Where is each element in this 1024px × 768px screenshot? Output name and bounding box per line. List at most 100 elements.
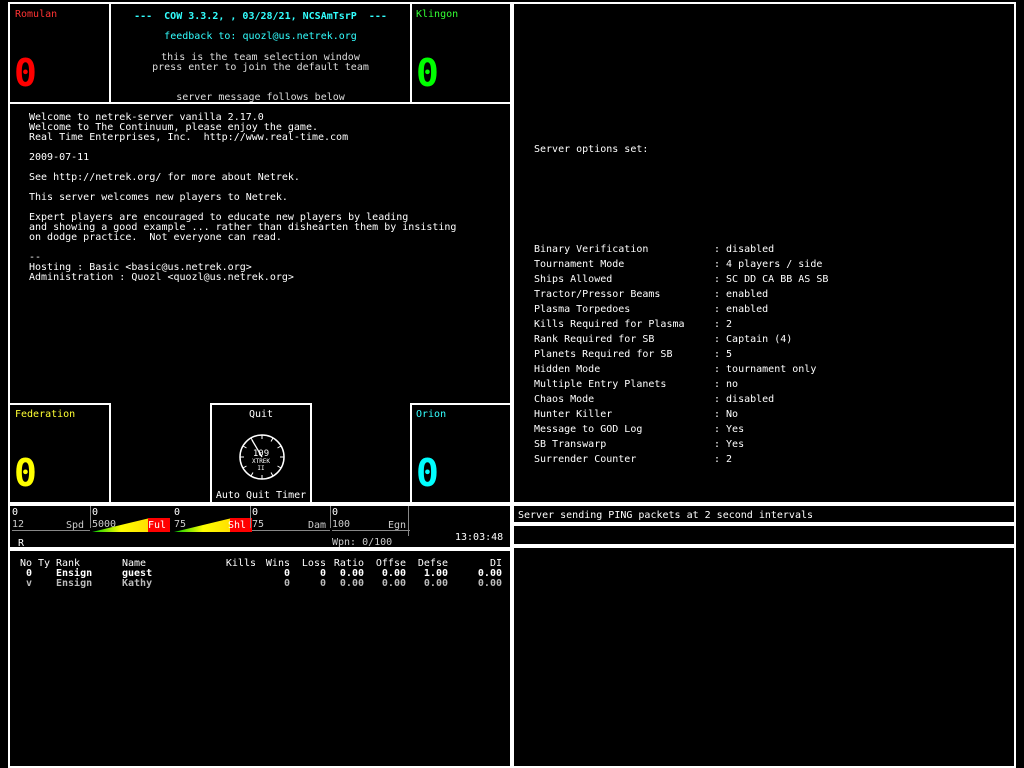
- server-message-window: Server sending PING packets at 2 second …: [512, 504, 1016, 524]
- motd-line: Administration : Quozl <quozl@us.netrek.…: [29, 272, 294, 283]
- player-cell: 0.00: [423, 578, 448, 589]
- engine-max: 100: [332, 519, 351, 530]
- server-option-value: : enabled: [714, 289, 769, 300]
- fuel-value: 0: [92, 507, 99, 518]
- engine-gauge-divider: [330, 506, 331, 528]
- status-flag: R: [18, 538, 25, 549]
- server-option-value: : disabled: [714, 394, 775, 405]
- motd-text: Welcome to netrek-server vanilla 2.17.0 W…: [29, 113, 499, 393]
- server-option-value: : No: [714, 409, 739, 420]
- fuel-max: 5000: [92, 519, 117, 530]
- server-option-name: Ships Allowed: [534, 274, 613, 285]
- player-cell: 0.00: [339, 578, 364, 589]
- speed-value: 0: [12, 507, 19, 518]
- server-option-value: : 4 players / side: [714, 259, 823, 270]
- ping-message: Server sending PING packets at 2 second …: [518, 510, 814, 521]
- motd-line: This server welcomes new players to Netr…: [29, 192, 288, 203]
- message-window-main: [512, 546, 1016, 768]
- team-name-federation: Federation: [15, 409, 76, 420]
- player-list-rows: 0 Ensign guest 0 0 0.00 0.00 1.00 0.00 v Ensign Kat…: [10, 569, 510, 609]
- motd-line: See http://netrek.org/ for more about Ne…: [29, 172, 300, 183]
- server-option-name: SB Transwarp: [534, 439, 607, 450]
- clock-number: II: [257, 465, 265, 472]
- quit-label: Quit: [248, 409, 274, 420]
- team-name-orion: Orion: [416, 409, 447, 420]
- player-cell: 0.00: [381, 578, 406, 589]
- engine-gauge-right: [408, 506, 409, 536]
- server-option-value: : 5: [714, 349, 733, 360]
- weapon-temp: Wpn: 0/100: [332, 537, 393, 548]
- team-name-klingon: Klingon: [416, 9, 459, 20]
- team-count-klingon: 0: [416, 51, 439, 95]
- shield-value: 0: [174, 507, 181, 518]
- motd-line: Real Time Enterprises, Inc. http://www.r…: [29, 132, 349, 143]
- speed-gauge-base: [12, 530, 90, 531]
- stats-panel: 0 12 Spd 0 5000 Ful 0 75 Shl 0 75 Dam 0 …: [8, 504, 512, 549]
- fuel-label: Ful: [148, 520, 167, 531]
- damage-value: 0: [252, 507, 259, 518]
- motd-line: on dodge practice. Not everyone can read…: [29, 232, 282, 243]
- server-option-value: : Captain (4): [714, 334, 793, 345]
- server-option-value: : enabled: [714, 304, 769, 315]
- server-option-value: : 2: [714, 319, 733, 330]
- player-list-column-header: Ty: [38, 558, 51, 569]
- server-option-value: : SC DD CA BB AS SB: [714, 274, 829, 285]
- server-option-name: Plasma Torpedoes: [534, 304, 631, 315]
- shield-max: 75: [174, 519, 187, 530]
- team-count-orion: 0: [416, 451, 439, 495]
- server-option-value: : Yes: [714, 439, 745, 450]
- server-option-value: : 2: [714, 454, 733, 465]
- player-cell: v: [26, 578, 33, 589]
- player-cell: Kathy: [122, 578, 153, 589]
- server-option-value: : Yes: [714, 424, 745, 435]
- team-box-klingon[interactable]: Klingon 0: [410, 2, 512, 104]
- quit-box[interactable]: Quit 109 XTREK II Auto Quit Timer: [210, 403, 312, 504]
- server-option-value: : no: [714, 379, 739, 390]
- game-clock: 13:03:48: [455, 532, 504, 543]
- server-option-name: Hunter Killer: [534, 409, 613, 420]
- server-option-name: Chaos Mode: [534, 394, 595, 405]
- player-list-window: No Ty Rank Name Kills Wins Loss Ratio Offse Defse…: [8, 549, 512, 768]
- shield-label: Shl: [228, 520, 247, 531]
- damage-gauge-divider: [250, 506, 251, 528]
- server-option-name: Kills Required for Plasma: [534, 319, 685, 330]
- player-cell: Ensign: [56, 578, 93, 589]
- engine-gauge-base: [332, 530, 410, 531]
- team-box-romulan[interactable]: Romulan 0: [8, 2, 111, 104]
- team-count-romulan: 0: [14, 51, 37, 95]
- damage-gauge-base: [252, 530, 330, 531]
- team-name-romulan: Romulan: [15, 9, 58, 20]
- header-divider: [8, 102, 512, 104]
- speed-gauge-divider: [90, 506, 91, 528]
- server-option-name: Surrender Counter: [534, 454, 637, 465]
- engine-value: 0: [332, 507, 339, 518]
- auto-quit-timer-label: Auto Quit Timer: [215, 490, 307, 501]
- server-option-value: : disabled: [714, 244, 775, 255]
- server-option-name: Planets Required for SB: [534, 349, 673, 360]
- team-box-federation[interactable]: Federation 0: [8, 403, 111, 504]
- version-banner: --- COW 3.3.2, , 03/28/21, NCSAmTsrP ---: [134, 11, 387, 22]
- server-options-list: Binary Verification : disabled Tournament …: [514, 245, 1014, 475]
- server-options-heading: Server options set:: [534, 144, 649, 155]
- damage-max: 75: [252, 519, 265, 530]
- server-option-name: Binary Verification: [534, 244, 649, 255]
- player-cell: 0.00: [477, 578, 502, 589]
- speed-max: 12: [12, 519, 25, 530]
- server-option-name: Message to GOD Log: [534, 424, 643, 435]
- server-option-value: : tournament only: [714, 364, 817, 375]
- server-option-name: Multiple Entry Planets: [534, 379, 667, 390]
- join-default-info: press enter to join the default team: [152, 62, 369, 73]
- message-window-secondary: [512, 524, 1016, 546]
- team-box-orion[interactable]: Orion 0: [410, 403, 512, 504]
- motd-line: 2009-07-11: [29, 152, 90, 163]
- feedback-line: feedback to: quozl@us.netrek.org: [164, 31, 357, 42]
- server-option-name: Rank Required for SB: [534, 334, 655, 345]
- server-option-name: Hidden Mode: [534, 364, 601, 375]
- server-options-window: Server options set: Binary Verification:…: [512, 2, 1016, 504]
- server-option-name: Tractor/Pressor Beams: [534, 289, 661, 300]
- player-row[interactable]: v Ensign Kathy 0 0 0.00 0.00 0.00 0.00: [10, 578, 502, 589]
- team-count-federation: 0: [14, 451, 37, 495]
- player-list-column-header: Kills: [225, 558, 256, 569]
- player-cell: 0: [319, 578, 326, 589]
- server-option-name: Tournament Mode: [534, 259, 625, 270]
